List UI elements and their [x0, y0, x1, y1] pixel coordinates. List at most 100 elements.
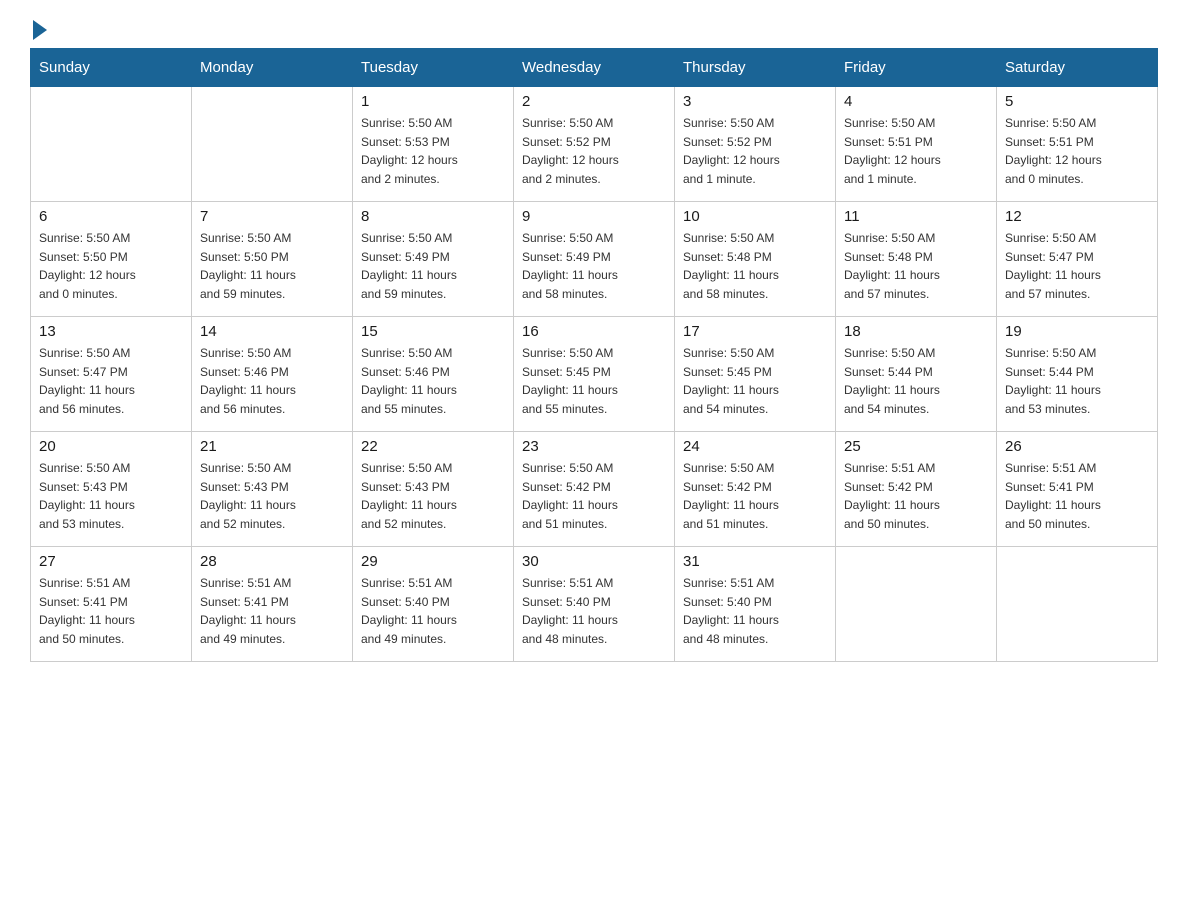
day-number: 18	[844, 323, 988, 340]
calendar-cell: 20 Sunrise: 5:50 AM Sunset: 5:43 PM Dayli…	[31, 432, 192, 547]
header-monday: Monday	[192, 49, 353, 87]
calendar-cell: 26 Sunrise: 5:51 AM Sunset: 5:41 PM Dayli…	[997, 432, 1158, 547]
calendar-cell: 6Sunrise: 5:50 AM Sunset: 5:50 PM Daylig…	[31, 202, 192, 317]
calendar-body: 1 Sunrise: 5:50 AM Sunset: 5:53 PM Daylig…	[31, 87, 1158, 662]
header-sunday: Sunday	[31, 49, 192, 87]
calendar-cell: 7 Sunrise: 5:50 AM Sunset: 5:50 PM Daylig…	[192, 202, 353, 317]
day-number: 28	[200, 553, 344, 570]
day-info: Sunrise: 5:50 AM Sunset: 5:45 PM Dayligh…	[683, 344, 827, 418]
day-info: Sunrise: 5:50 AM Sunset: 5:46 PM Dayligh…	[200, 344, 344, 418]
calendar-cell: 27 Sunrise: 5:51 AM Sunset: 5:41 PM Dayli…	[31, 547, 192, 662]
day-info: Sunrise: 5:50 AM Sunset: 5:51 PM Dayligh…	[1005, 114, 1149, 188]
day-number: 16	[522, 323, 666, 340]
calendar-table: SundayMondayTuesdayWednesdayThursdayFrid…	[30, 48, 1158, 662]
day-number: 21	[200, 438, 344, 455]
day-headers-row: SundayMondayTuesdayWednesdayThursdayFrid…	[31, 49, 1158, 87]
calendar-cell: 9 Sunrise: 5:50 AM Sunset: 5:49 PM Daylig…	[514, 202, 675, 317]
day-info: Sunrise: 5:50 AM Sunset: 5:49 PM Dayligh…	[522, 229, 666, 303]
day-info: Sunrise: 5:51 AM Sunset: 5:40 PM Dayligh…	[683, 574, 827, 648]
calendar-cell: 1 Sunrise: 5:50 AM Sunset: 5:53 PM Daylig…	[353, 87, 514, 202]
calendar-cell: 19 Sunrise: 5:50 AM Sunset: 5:44 PM Dayli…	[997, 317, 1158, 432]
header-thursday: Thursday	[675, 49, 836, 87]
calendar-cell	[31, 87, 192, 202]
calendar-cell: 21 Sunrise: 5:50 AM Sunset: 5:43 PM Dayli…	[192, 432, 353, 547]
calendar-cell: 31 Sunrise: 5:51 AM Sunset: 5:40 PM Dayli…	[675, 547, 836, 662]
day-number: 20	[39, 438, 183, 455]
day-number: 25	[844, 438, 988, 455]
logo-arrow-icon	[33, 20, 47, 40]
day-info: Sunrise: 5:51 AM Sunset: 5:41 PM Dayligh…	[200, 574, 344, 648]
calendar-cell: 16 Sunrise: 5:50 AM Sunset: 5:45 PM Dayli…	[514, 317, 675, 432]
calendar-cell: 17 Sunrise: 5:50 AM Sunset: 5:45 PM Dayli…	[675, 317, 836, 432]
calendar-cell	[997, 547, 1158, 662]
day-info: Sunrise: 5:50 AM Sunset: 5:47 PM Dayligh…	[39, 344, 183, 418]
calendar-cell: 25 Sunrise: 5:51 AM Sunset: 5:42 PM Dayli…	[836, 432, 997, 547]
day-number: 27	[39, 553, 183, 570]
calendar-cell	[836, 547, 997, 662]
day-number: 7	[200, 208, 344, 225]
day-info: Sunrise: 5:50 AM Sunset: 5:52 PM Dayligh…	[683, 114, 827, 188]
day-info: Sunrise: 5:50 AM Sunset: 5:53 PM Dayligh…	[361, 114, 505, 188]
day-info: Sunrise: 5:50 AM Sunset: 5:50 PM Dayligh…	[200, 229, 344, 303]
day-info: Sunrise: 5:51 AM Sunset: 5:42 PM Dayligh…	[844, 459, 988, 533]
day-info: Sunrise: 5:50 AM Sunset: 5:47 PM Dayligh…	[1005, 229, 1149, 303]
calendar-cell: 2Sunrise: 5:50 AM Sunset: 5:52 PM Daylig…	[514, 87, 675, 202]
calendar-cell: 13 Sunrise: 5:50 AM Sunset: 5:47 PM Dayli…	[31, 317, 192, 432]
day-info: Sunrise: 5:50 AM Sunset: 5:48 PM Dayligh…	[844, 229, 988, 303]
calendar-cell: 24Sunrise: 5:50 AM Sunset: 5:42 PM Dayli…	[675, 432, 836, 547]
calendar-cell: 15 Sunrise: 5:50 AM Sunset: 5:46 PM Dayli…	[353, 317, 514, 432]
calendar-header: SundayMondayTuesdayWednesdayThursdayFrid…	[31, 49, 1158, 87]
header-wednesday: Wednesday	[514, 49, 675, 87]
day-number: 29	[361, 553, 505, 570]
day-number: 1	[361, 93, 505, 110]
calendar-cell: 8 Sunrise: 5:50 AM Sunset: 5:49 PM Daylig…	[353, 202, 514, 317]
day-number: 31	[683, 553, 827, 570]
day-info: Sunrise: 5:50 AM Sunset: 5:43 PM Dayligh…	[39, 459, 183, 533]
week-row-3: 13 Sunrise: 5:50 AM Sunset: 5:47 PM Dayli…	[31, 317, 1158, 432]
logo	[30, 20, 47, 38]
calendar-cell: 11 Sunrise: 5:50 AM Sunset: 5:48 PM Dayli…	[836, 202, 997, 317]
day-number: 3	[683, 93, 827, 110]
day-info: Sunrise: 5:50 AM Sunset: 5:44 PM Dayligh…	[1005, 344, 1149, 418]
day-info: Sunrise: 5:51 AM Sunset: 5:40 PM Dayligh…	[361, 574, 505, 648]
header-saturday: Saturday	[997, 49, 1158, 87]
calendar-cell: 28 Sunrise: 5:51 AM Sunset: 5:41 PM Dayli…	[192, 547, 353, 662]
page-header	[30, 20, 1158, 38]
day-info: Sunrise: 5:51 AM Sunset: 5:41 PM Dayligh…	[1005, 459, 1149, 533]
day-number: 30	[522, 553, 666, 570]
day-info: Sunrise: 5:50 AM Sunset: 5:50 PM Dayligh…	[39, 229, 183, 303]
day-number: 24	[683, 438, 827, 455]
day-number: 17	[683, 323, 827, 340]
day-number: 14	[200, 323, 344, 340]
day-number: 26	[1005, 438, 1149, 455]
day-info: Sunrise: 5:50 AM Sunset: 5:48 PM Dayligh…	[683, 229, 827, 303]
week-row-4: 20 Sunrise: 5:50 AM Sunset: 5:43 PM Dayli…	[31, 432, 1158, 547]
day-number: 23	[522, 438, 666, 455]
day-info: Sunrise: 5:51 AM Sunset: 5:41 PM Dayligh…	[39, 574, 183, 648]
day-number: 10	[683, 208, 827, 225]
day-number: 5	[1005, 93, 1149, 110]
calendar-cell: 5 Sunrise: 5:50 AM Sunset: 5:51 PM Daylig…	[997, 87, 1158, 202]
week-row-2: 6Sunrise: 5:50 AM Sunset: 5:50 PM Daylig…	[31, 202, 1158, 317]
day-info: Sunrise: 5:50 AM Sunset: 5:46 PM Dayligh…	[361, 344, 505, 418]
day-number: 13	[39, 323, 183, 340]
day-number: 15	[361, 323, 505, 340]
calendar-cell: 30 Sunrise: 5:51 AM Sunset: 5:40 PM Dayli…	[514, 547, 675, 662]
day-number: 9	[522, 208, 666, 225]
calendar-cell	[192, 87, 353, 202]
calendar-cell: 23Sunrise: 5:50 AM Sunset: 5:42 PM Dayli…	[514, 432, 675, 547]
calendar-cell: 10 Sunrise: 5:50 AM Sunset: 5:48 PM Dayli…	[675, 202, 836, 317]
week-row-1: 1 Sunrise: 5:50 AM Sunset: 5:53 PM Daylig…	[31, 87, 1158, 202]
day-info: Sunrise: 5:50 AM Sunset: 5:49 PM Dayligh…	[361, 229, 505, 303]
day-info: Sunrise: 5:51 AM Sunset: 5:40 PM Dayligh…	[522, 574, 666, 648]
day-number: 8	[361, 208, 505, 225]
day-info: Sunrise: 5:50 AM Sunset: 5:43 PM Dayligh…	[200, 459, 344, 533]
day-info: Sunrise: 5:50 AM Sunset: 5:43 PM Dayligh…	[361, 459, 505, 533]
day-info: Sunrise: 5:50 AM Sunset: 5:52 PM Dayligh…	[522, 114, 666, 188]
header-friday: Friday	[836, 49, 997, 87]
day-info: Sunrise: 5:50 AM Sunset: 5:44 PM Dayligh…	[844, 344, 988, 418]
day-number: 19	[1005, 323, 1149, 340]
day-number: 11	[844, 208, 988, 225]
day-info: Sunrise: 5:50 AM Sunset: 5:45 PM Dayligh…	[522, 344, 666, 418]
calendar-cell: 18 Sunrise: 5:50 AM Sunset: 5:44 PM Dayli…	[836, 317, 997, 432]
